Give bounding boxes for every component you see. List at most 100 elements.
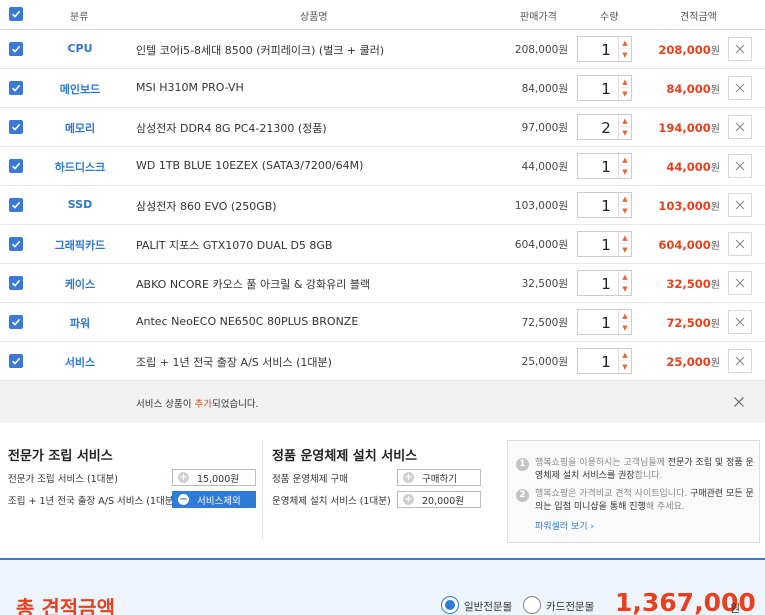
quantity-value[interactable]: 1	[578, 158, 618, 176]
row-category[interactable]: 메인보드	[38, 81, 122, 97]
quantity-value[interactable]: 2	[578, 119, 618, 137]
quantity-down-icon[interactable]: ▼	[619, 127, 631, 139]
quantity-up-icon[interactable]: ▲	[619, 115, 631, 127]
row-total-won: 원	[710, 124, 720, 135]
quantity-spinner: ▲ ▼	[618, 115, 631, 139]
table-row: SSD 삼성전자 860 EVO (250GB) 103,000원 1 ▲ ▼ 103,00…	[0, 186, 765, 225]
quantity-down-icon[interactable]: ▼	[619, 88, 631, 100]
services-divider	[262, 440, 263, 540]
quantity-up-icon[interactable]: ▲	[619, 193, 631, 205]
row-checkbox[interactable]	[9, 237, 23, 251]
quantity-value[interactable]: 1	[578, 314, 618, 332]
row-checkbox[interactable]	[9, 159, 23, 173]
quantity-up-icon[interactable]: ▲	[619, 76, 631, 88]
row-checkbox[interactable]	[9, 42, 23, 56]
card-mall-radio[interactable]	[523, 596, 541, 614]
row-checkbox[interactable]	[9, 198, 23, 212]
notice-bar: 서비스 상품이 추가되었습니다.	[0, 381, 765, 423]
row-price: 25,000원	[521, 356, 568, 368]
quantity-stepper[interactable]: 1 ▲ ▼	[577, 231, 632, 257]
row-category[interactable]: 파워	[38, 315, 122, 331]
quantity-stepper[interactable]: 1 ▲ ▼	[577, 309, 632, 335]
quantity-value[interactable]: 1	[578, 80, 618, 98]
general-mall-radio[interactable]	[441, 596, 459, 614]
quantity-up-icon[interactable]: ▲	[619, 310, 631, 322]
row-checkbox[interactable]	[9, 276, 23, 290]
minus-icon: −	[178, 494, 189, 505]
remove-row-button[interactable]	[728, 154, 752, 178]
row-checkbox[interactable]	[9, 81, 23, 95]
row-price: 208,000원	[514, 44, 568, 56]
quantity-up-icon[interactable]: ▲	[619, 154, 631, 166]
close-notice-icon[interactable]	[733, 396, 745, 408]
row-category[interactable]: 그래픽카드	[38, 237, 122, 253]
check-icon	[11, 123, 21, 131]
row-category[interactable]: 케이스	[38, 276, 122, 292]
row-category[interactable]: 서비스	[38, 354, 122, 370]
row-total-value: 25,000	[666, 355, 711, 369]
check-icon	[11, 279, 21, 287]
row-total-value: 32,500	[666, 277, 711, 291]
remove-row-button[interactable]	[728, 37, 752, 61]
quantity-up-icon[interactable]: ▲	[619, 232, 631, 244]
quantity-value[interactable]: 1	[578, 236, 618, 254]
row-category[interactable]: CPU	[38, 42, 122, 55]
info-text-2: 행복쇼핑은 가격비교 견적 사이트입니다. 구매관련 모든 문의는 입점 미니샵…	[535, 488, 757, 514]
card-mall-label: 카드전문몰	[546, 601, 595, 613]
quantity-stepper[interactable]: 1 ▲ ▼	[577, 75, 632, 101]
row-checkbox[interactable]	[9, 354, 23, 368]
check-icon	[11, 10, 21, 18]
quantity-spinner: ▲ ▼	[618, 310, 631, 334]
row-category[interactable]: SSD	[38, 198, 122, 211]
assembly-add-button[interactable]: +15,000원	[172, 469, 256, 486]
quantity-down-icon[interactable]: ▼	[619, 166, 631, 178]
table-row: CPU 인텔 코어i5-8세대 8500 (커피레이크) (벌크 + 쿨러) 208…	[0, 30, 765, 69]
quantity-down-icon[interactable]: ▼	[619, 361, 631, 373]
quantity-up-icon[interactable]: ▲	[619, 271, 631, 283]
quantity-down-icon[interactable]: ▼	[619, 244, 631, 256]
quantity-value[interactable]: 1	[578, 197, 618, 215]
row-price: 103,000원	[514, 200, 568, 212]
quantity-up-icon[interactable]: ▲	[619, 349, 631, 361]
row-product-name: ABKO NCORE 카오스 풀 아크릴 & 강화유리 블랙	[136, 278, 371, 291]
quantity-stepper[interactable]: 1 ▲ ▼	[577, 192, 632, 218]
os-install-button[interactable]: +20,000원	[397, 491, 481, 508]
quantity-stepper[interactable]: 2 ▲ ▼	[577, 114, 632, 140]
quantity-up-icon[interactable]: ▲	[619, 37, 631, 49]
power-seller-link[interactable]: 파워셀러 보기 ›	[535, 519, 594, 532]
remove-row-button[interactable]	[728, 310, 752, 334]
check-icon	[11, 84, 21, 92]
remove-row-button[interactable]	[728, 193, 752, 217]
quantity-value[interactable]: 1	[578, 275, 618, 293]
os-buy-button[interactable]: + 구매하기	[397, 469, 481, 486]
remove-row-button[interactable]	[728, 232, 752, 256]
row-total-value: 84,000	[666, 82, 711, 96]
row-total: 208,000원	[658, 42, 720, 57]
quantity-spinner: ▲ ▼	[618, 193, 631, 217]
quantity-stepper[interactable]: 1 ▲ ▼	[577, 270, 632, 296]
quantity-value[interactable]: 1	[578, 353, 618, 371]
quantity-stepper[interactable]: 1 ▲ ▼	[577, 153, 632, 179]
row-checkbox[interactable]	[9, 120, 23, 134]
row-category[interactable]: 메모리	[38, 120, 122, 136]
quantity-value[interactable]: 1	[578, 41, 618, 59]
row-checkbox[interactable]	[9, 315, 23, 329]
remove-row-button[interactable]	[728, 115, 752, 139]
quantity-down-icon[interactable]: ▼	[619, 283, 631, 295]
remove-row-button[interactable]	[728, 271, 752, 295]
remove-row-button[interactable]	[728, 76, 752, 100]
quantity-stepper[interactable]: 1 ▲ ▼	[577, 348, 632, 374]
quantity-down-icon[interactable]: ▼	[619, 205, 631, 217]
quantity-spinner: ▲ ▼	[618, 154, 631, 178]
quantity-stepper[interactable]: 1 ▲ ▼	[577, 36, 632, 62]
row-product-name: 삼성전자 860 EVO (250GB)	[136, 200, 277, 213]
select-all-checkbox[interactable]	[9, 7, 23, 21]
table-row: 파워 Antec NeoECO NE650C 80PLUS BRONZE 72,50…	[0, 303, 765, 342]
assembly-remove-button[interactable]: − 서비스제외	[172, 491, 256, 508]
row-category[interactable]: 하드디스크	[38, 159, 122, 175]
row-product-name: 삼성전자 DDR4 8G PC4-21300 (정품)	[136, 122, 327, 135]
quantity-down-icon[interactable]: ▼	[619, 49, 631, 61]
assembly-line1: 전문가 조립 서비스 (1대분)	[8, 474, 118, 485]
quantity-down-icon[interactable]: ▼	[619, 322, 631, 334]
remove-row-button[interactable]	[728, 349, 752, 373]
